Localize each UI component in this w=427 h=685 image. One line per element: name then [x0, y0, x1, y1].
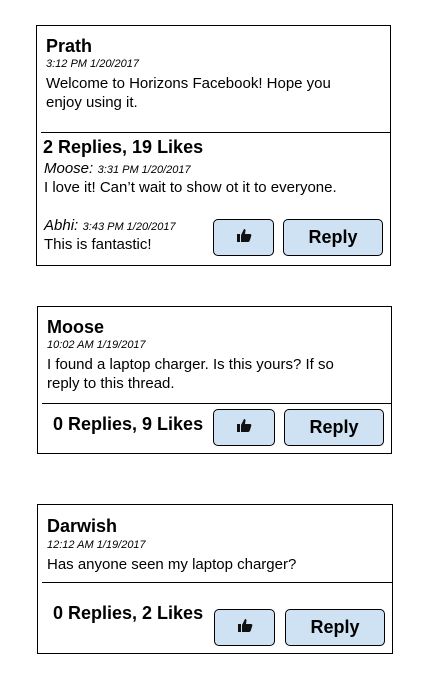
reply-item: Abhi: 3:43 PM 1/20/2017: [44, 217, 176, 235]
post-card: Darwish 12:12 AM 1/19/2017 Has anyone se…: [37, 504, 393, 654]
thumbs-up-icon: [236, 227, 252, 248]
post-author: Prath: [46, 36, 93, 56]
reply-button-label: Reply: [309, 417, 359, 437]
post-author: Moose: [47, 317, 105, 337]
post-timestamp: 12:12 AM 1/19/2017: [47, 539, 146, 551]
post-timestamp: 3:12 PM 1/20/2017: [46, 58, 139, 70]
reply-button[interactable]: Reply: [284, 409, 384, 446]
like-button[interactable]: [214, 609, 275, 646]
like-button[interactable]: [213, 219, 274, 256]
post-card: Prath 3:12 PM 1/20/2017 Welcome to Horiz…: [36, 25, 391, 266]
reply-item: Moose: 3:31 PM 1/20/2017: [44, 160, 191, 178]
reply-author: Moose:: [44, 160, 94, 177]
reply-button[interactable]: Reply: [285, 609, 385, 646]
post-card: Moose 10:02 AM 1/19/2017 I found a lapto…: [37, 306, 392, 454]
post-summary: 0 Replies, 9 Likes: [53, 414, 204, 434]
thumbs-up-icon: [237, 617, 253, 638]
reply-timestamp: 3:31 PM 1/20/2017: [97, 164, 191, 176]
divider: [41, 132, 390, 133]
reply-text: I love it! Can’t wait to show ot it to e…: [44, 179, 337, 196]
reply-timestamp: 3:43 PM 1/20/2017: [82, 221, 176, 233]
thumbs-up-icon: [236, 417, 252, 438]
divider: [42, 403, 391, 404]
post-text: Welcome to Horizons Facebook! Hope you e…: [46, 75, 331, 111]
post-text: I found a laptop charger. Is this yours?…: [47, 356, 334, 392]
reply-text: This is fantastic!: [44, 236, 152, 253]
reply-author: Abhi:: [44, 217, 79, 234]
post-summary: 0 Replies, 2 Likes: [53, 603, 204, 623]
post-timestamp: 10:02 AM 1/19/2017: [47, 339, 146, 351]
post-text: Has anyone seen my laptop charger?: [47, 556, 297, 573]
post-summary: 2 Replies, 19 Likes: [43, 137, 204, 157]
like-button[interactable]: [213, 409, 275, 446]
reply-button-label: Reply: [308, 227, 358, 247]
reply-button[interactable]: Reply: [283, 219, 383, 256]
post-author: Darwish: [47, 516, 118, 536]
reply-button-label: Reply: [310, 617, 360, 637]
divider: [42, 582, 392, 583]
